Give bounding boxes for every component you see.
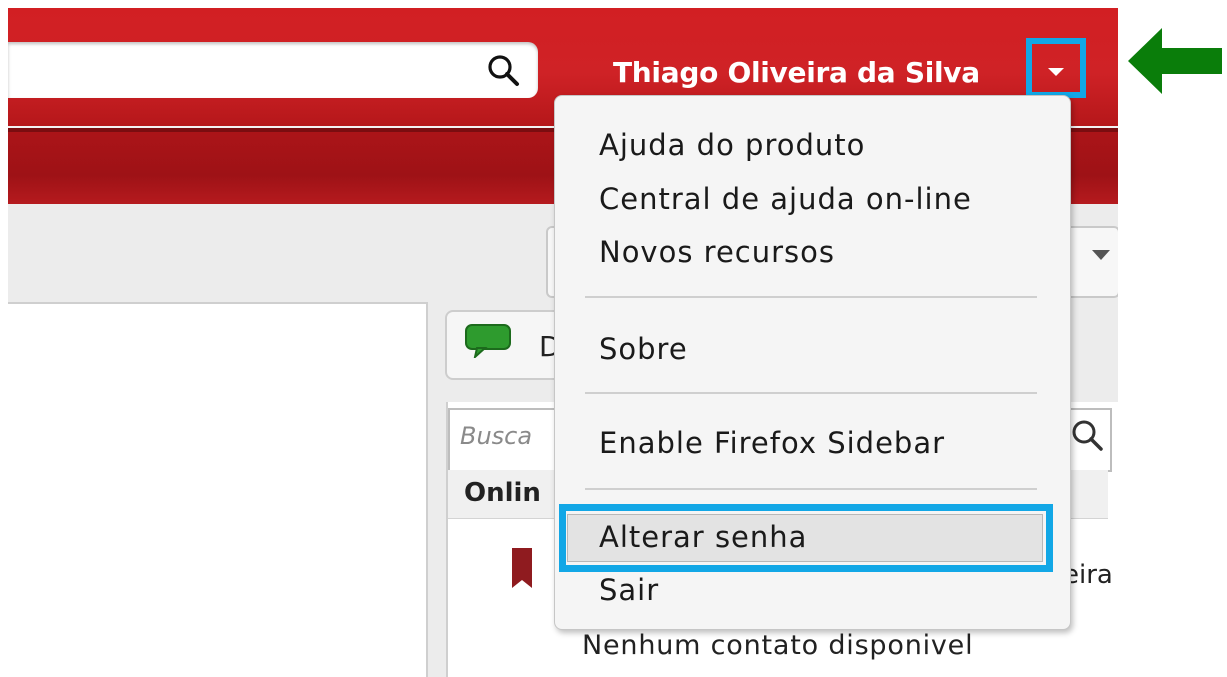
menu-item-product-help[interactable]: Ajuda do produto bbox=[599, 128, 865, 162]
chevron-down-icon bbox=[1048, 68, 1064, 76]
menu-separator bbox=[585, 488, 1037, 490]
menu-item-online-help-center[interactable]: Central de ajuda on-line bbox=[599, 182, 972, 216]
menu-separator bbox=[585, 296, 1037, 298]
main-panel bbox=[8, 302, 428, 677]
arrow-left-icon bbox=[1128, 28, 1222, 94]
chevron-down-icon[interactable] bbox=[1092, 250, 1110, 260]
highlight-box bbox=[559, 504, 1053, 572]
menu-item-about[interactable]: Sobre bbox=[599, 332, 688, 366]
online-group-label: Onlin bbox=[464, 478, 541, 508]
menu-separator bbox=[585, 392, 1037, 394]
menu-item-enable-firefox-sidebar[interactable]: Enable Firefox Sidebar bbox=[599, 426, 945, 460]
chat-bubble-icon bbox=[465, 324, 511, 358]
menu-item-new-features[interactable]: Novos recursos bbox=[599, 235, 835, 269]
user-menu-dropdown-button[interactable] bbox=[1026, 38, 1086, 98]
bookmark-icon bbox=[512, 548, 532, 588]
user-dropdown-menu: Ajuda do produto Central de ajuda on-lin… bbox=[554, 95, 1071, 630]
global-search-input[interactable] bbox=[8, 42, 538, 98]
user-name[interactable]: Thiago Oliveira da Silva bbox=[613, 56, 980, 89]
search-icon[interactable] bbox=[1070, 418, 1104, 452]
contact-search-placeholder: Busca bbox=[460, 422, 533, 450]
no-contacts-message: Nenhum contato disponivel bbox=[582, 630, 974, 661]
menu-item-sign-out[interactable]: Sair bbox=[599, 573, 659, 607]
search-icon[interactable] bbox=[486, 53, 520, 87]
